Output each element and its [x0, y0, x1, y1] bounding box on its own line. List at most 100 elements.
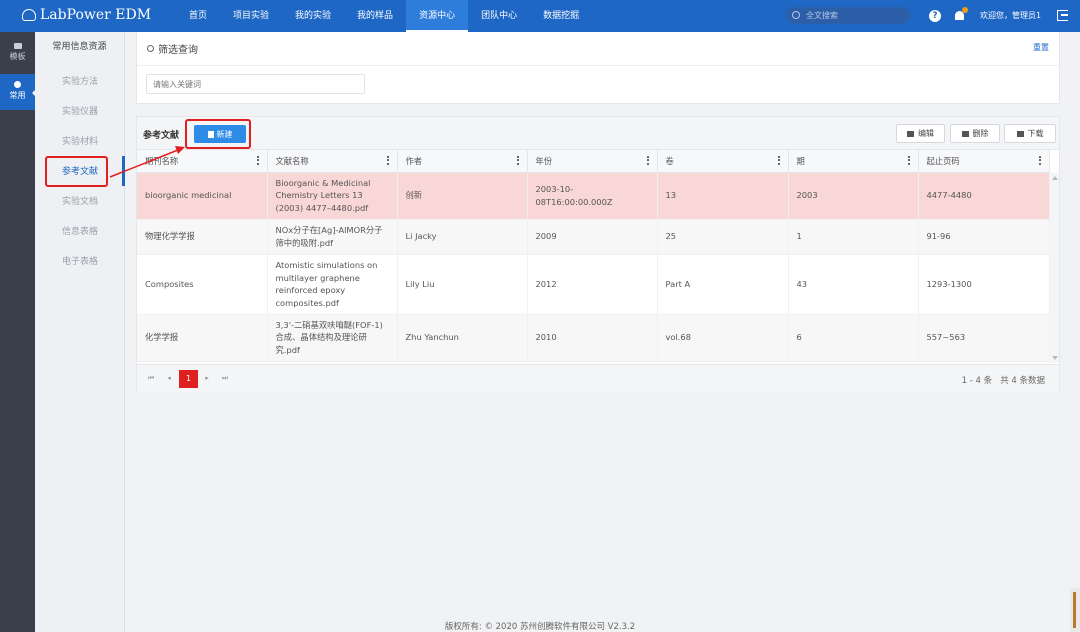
column-header[interactable]: 作者 [397, 150, 528, 173]
table-row[interactable]: bioorganic medicinal Bioorganic & Medici… [137, 172, 1050, 220]
sidebar-item-instruments[interactable]: 实验仪器 [35, 102, 125, 122]
table-cell: 91-96 [918, 219, 1050, 255]
column-header[interactable]: 期 [788, 150, 919, 173]
left-rail: 模板 常用 [0, 32, 35, 632]
column-header[interactable]: 年份 [527, 150, 658, 173]
table-cell: 13 [657, 172, 789, 220]
nav-item-projects[interactable]: 项目实验 [220, 0, 282, 32]
table-cell: Bioorganic & Medicinal Chemistry Letters… [267, 172, 398, 220]
search-icon [792, 11, 800, 19]
welcome-text[interactable]: 欢迎您，管理员1 [980, 0, 1041, 32]
logout-icon[interactable] [1057, 10, 1068, 21]
column-header[interactable]: 文献名称 [267, 150, 398, 173]
table-cell: Part A [657, 254, 789, 315]
table-cell: 25 [657, 219, 789, 255]
table-cell: Composites [137, 254, 268, 315]
table-vertical-scrollbar[interactable] [1050, 173, 1059, 363]
table-cell: 2009 [527, 219, 658, 255]
download-button[interactable]: 下载 [1004, 124, 1056, 143]
sidebar-item-spreadsheets[interactable]: 电子表格 [35, 252, 125, 272]
panel-toolbar: 参考文献 新建 编辑 删除 下载 [137, 117, 1059, 150]
cloud-logo-icon [22, 9, 36, 21]
delete-button[interactable]: 删除 [950, 124, 1000, 143]
reference-table: 期刊名称 文献名称 作者 年份 卷 期 起止页码 bioorganic medi… [137, 150, 1050, 362]
table-row[interactable]: Composites Atomistic simulations on mult… [137, 254, 1050, 315]
sidebar-active-indicator [122, 156, 125, 186]
trash-icon [961, 130, 969, 137]
table-row[interactable]: 物理化学学报 NOx分子在[Ag]-AlMOR分子筛中的吸附.pdf Li Ja… [137, 219, 1050, 255]
column-menu-icon[interactable] [777, 156, 780, 165]
sidebar-title: 常用信息资源 [52, 42, 107, 52]
column-header[interactable]: 起止页码 [918, 150, 1050, 173]
sidebar-item-info-tables[interactable]: 信息表格 [35, 222, 125, 242]
table-cell: Lily Liu [397, 254, 528, 315]
edit-button[interactable]: 编辑 [896, 124, 945, 143]
sidebar-item-materials[interactable]: 实验材料 [35, 132, 125, 152]
template-icon [13, 43, 22, 49]
table-cell: vol.68 [657, 314, 789, 362]
rail-label: 常用 [9, 91, 26, 100]
table-header-row: 期刊名称 文献名称 作者 年份 卷 期 起止页码 [137, 150, 1050, 173]
prev-page-icon[interactable]: ◂ [165, 374, 173, 384]
delete-label: 删除 [972, 129, 989, 138]
table-cell: 1 [788, 219, 919, 255]
column-menu-icon[interactable] [516, 156, 519, 165]
main-nav: 首页 项目实验 我的实验 我的样品 资源中心 团队中心 数据挖掘 [176, 0, 592, 32]
table-cell: Li Jacky [397, 219, 528, 255]
last-page-icon[interactable]: ⏭ [221, 374, 229, 384]
pagination-bar: ⏮ ◂ 1 ▸ ⏭ 1 - 4 条 共 4 条数据 [137, 364, 1059, 392]
divider [137, 65, 1059, 66]
column-menu-icon[interactable] [1038, 156, 1041, 165]
search-icon [147, 45, 154, 52]
nav-item-data-mining[interactable]: 数据挖掘 [530, 0, 592, 32]
reset-button[interactable]: 重置 [1033, 42, 1049, 53]
table-cell: 2003 [788, 172, 919, 220]
column-menu-icon[interactable] [646, 156, 649, 165]
new-button[interactable]: 新建 [194, 125, 246, 143]
first-page-icon[interactable]: ⏮ [147, 374, 155, 384]
rail-label: 模板 [9, 52, 26, 61]
nav-item-my-samples[interactable]: 我的样品 [344, 0, 406, 32]
reference-panel: 参考文献 新建 编辑 删除 下载 期刊名称 文献名称 作者 年份 卷 期 起止页… [136, 116, 1060, 392]
nav-item-team-center[interactable]: 团队中心 [468, 0, 530, 32]
column-menu-icon[interactable] [907, 156, 910, 165]
nav-item-my-experiments[interactable]: 我的实验 [282, 0, 344, 32]
filter-panel: 筛选查询 重置 [136, 32, 1060, 104]
pencil-icon [907, 130, 914, 137]
help-icon[interactable]: ? [929, 10, 941, 22]
table-cell: Atomistic simulations on multilayer grap… [267, 254, 398, 315]
logo-text: LabPower EDM [40, 7, 152, 23]
table-cell: 2010 [527, 314, 658, 362]
new-file-icon [207, 130, 214, 138]
rail-item-templates[interactable]: 模板 [0, 36, 35, 72]
nav-item-home[interactable]: 首页 [176, 0, 220, 32]
column-menu-icon[interactable] [386, 156, 389, 165]
rail-item-common[interactable]: 常用 [0, 74, 35, 110]
highlight-box-references [45, 156, 108, 187]
keyword-input[interactable] [146, 74, 365, 94]
notification-bell-icon[interactable] [954, 7, 968, 21]
column-header[interactable]: 期刊名称 [137, 150, 268, 173]
app-logo[interactable]: LabPower EDM [22, 7, 151, 23]
filter-title: 筛选查询 [147, 41, 198, 56]
top-navbar: LabPower EDM 首页 项目实验 我的实验 我的样品 资源中心 团队中心… [0, 0, 1080, 32]
table-cell: bioorganic medicinal [137, 172, 268, 220]
table-cell: 化学学报 [137, 314, 268, 362]
table-cell: 4477-4480 [918, 172, 1050, 220]
sidebar-item-documents[interactable]: 实验文档 [35, 192, 125, 212]
notification-dot [962, 7, 968, 13]
table-cell: 6 [788, 314, 919, 362]
sidebar-item-methods[interactable]: 实验方法 [35, 72, 125, 92]
nav-item-resource-center[interactable]: 资源中心 [406, 0, 469, 32]
table-row[interactable]: 化学学报 3,3'-二硝基双呋咱醚(FOF-1)合成、晶体结构及理论研究.pdf… [137, 314, 1050, 362]
table-cell: 物理化学学报 [137, 219, 268, 255]
cloud-download-icon [1016, 130, 1024, 137]
table-cell: 3,3'-二硝基双呋咱醚(FOF-1)合成、晶体结构及理论研究.pdf [267, 314, 398, 362]
page-number-current[interactable]: 1 [179, 370, 198, 388]
column-menu-icon[interactable] [256, 156, 259, 165]
table-cell: Zhu Yanchun [397, 314, 528, 362]
global-search-input[interactable]: 全文搜索 [786, 7, 910, 24]
pagination-range: 1 - 4 条 [961, 376, 993, 386]
next-page-icon[interactable]: ▸ [203, 374, 211, 384]
column-header[interactable]: 卷 [657, 150, 789, 173]
